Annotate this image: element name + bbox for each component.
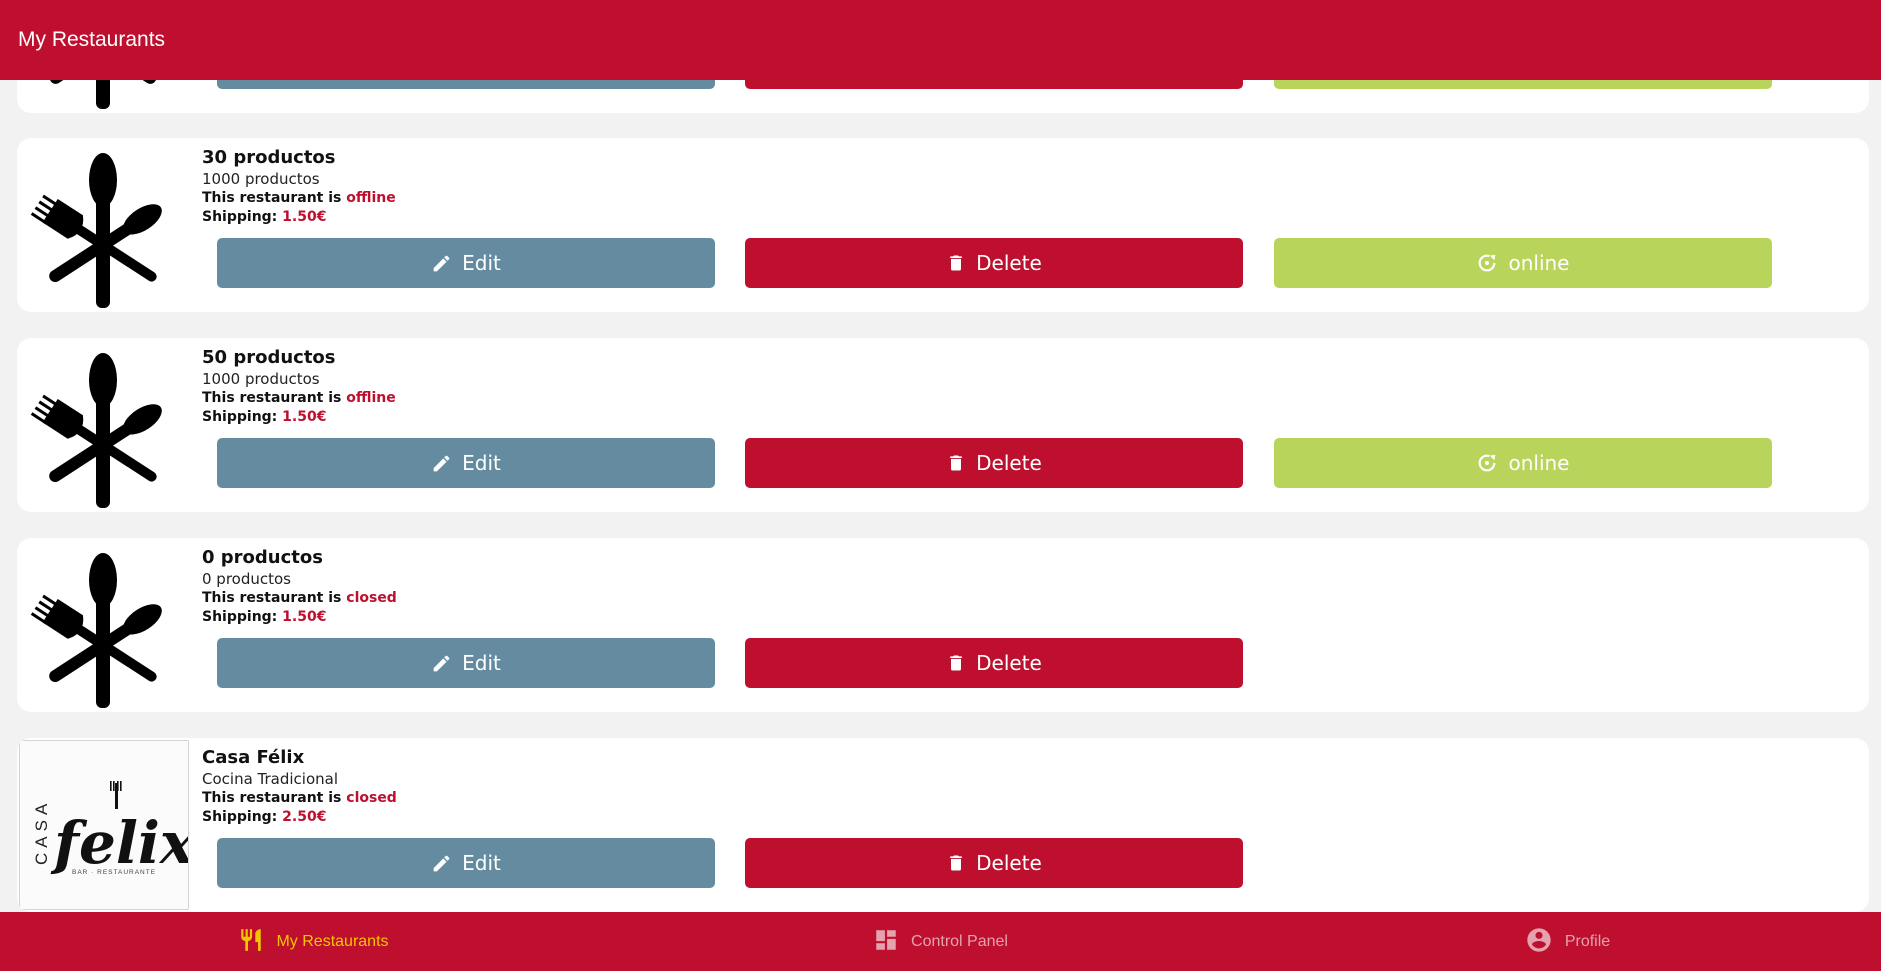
- online-label: online: [1508, 451, 1570, 475]
- status-prefix: This restaurant is: [202, 590, 342, 606]
- delete-label: Delete: [976, 251, 1042, 275]
- shipping-line: Shipping: 1.50€: [202, 208, 396, 227]
- nav-profile[interactable]: Profile: [1254, 912, 1881, 971]
- pencil-icon: [431, 453, 452, 474]
- delete-label: Delete: [976, 851, 1042, 875]
- page-title: My Restaurants: [18, 28, 166, 51]
- trash-icon: [946, 252, 966, 274]
- nav-control-panel[interactable]: Control Panel: [627, 912, 1254, 971]
- restaurant-name: 50 productos: [202, 347, 336, 368]
- edit-button[interactable]: Edit: [217, 238, 715, 288]
- status-value: offline: [346, 190, 396, 206]
- cutlery-icon: [30, 553, 162, 708]
- restaurant-status-line: This restaurant is offline: [202, 189, 396, 208]
- edit-button[interactable]: Edit: [217, 438, 715, 488]
- nav-label: Profile: [1564, 932, 1611, 950]
- logo-casa-text: CASA: [32, 799, 51, 865]
- status-value: closed: [346, 790, 397, 806]
- pencil-icon: [431, 653, 452, 674]
- refresh-icon: [1476, 252, 1498, 274]
- cutlery-icon: [30, 353, 162, 508]
- status-value: offline: [346, 390, 396, 406]
- delete-label: Delete: [976, 651, 1042, 675]
- restaurant-description: Cocina Tradicional: [202, 770, 338, 788]
- nav-my-restaurants[interactable]: My Restaurants: [0, 912, 627, 971]
- status-prefix: This restaurant is: [202, 390, 342, 406]
- delete-label: Delete: [976, 451, 1042, 475]
- shipping-value: 1.50€: [282, 409, 327, 425]
- nav-label: My Restaurants: [276, 932, 389, 950]
- status-value: closed: [346, 590, 397, 606]
- restaurant-description: 1000 productos: [202, 170, 320, 188]
- restaurant-logo: [19, 540, 189, 710]
- restaurant-info: 50 productos 1000 productos This restaur…: [202, 346, 396, 427]
- refresh-icon: [1476, 452, 1498, 474]
- casa-felix-logo: CASA felix BAR · RESTAURANTE: [32, 781, 188, 877]
- restaurant-status-line: This restaurant is closed: [202, 589, 397, 608]
- restaurant-info: 0 productos 0 productos This restaurant …: [202, 546, 397, 627]
- restaurant-card: 0 productos 0 productos This restaurant …: [17, 538, 1869, 712]
- restaurant-card: 50 productos 1000 productos This restaur…: [17, 338, 1869, 512]
- shipping-line: Shipping: 1.50€: [202, 408, 396, 427]
- nav-label: Control Panel: [911, 932, 1008, 950]
- status-prefix: This restaurant is: [202, 190, 342, 206]
- shipping-label: Shipping:: [202, 209, 278, 225]
- restaurant-description: 1000 productos: [202, 370, 320, 388]
- shipping-value: 1.50€: [282, 209, 327, 225]
- edit-label: Edit: [462, 451, 501, 475]
- edit-label: Edit: [462, 251, 501, 275]
- restaurant-info: Casa Félix Cocina Tradicional This resta…: [202, 746, 397, 827]
- online-button[interactable]: online: [1274, 438, 1772, 488]
- edit-label: Edit: [462, 851, 501, 875]
- status-prefix: This restaurant is: [202, 790, 342, 806]
- shipping-line: Shipping: 2.50€: [202, 808, 397, 827]
- restaurant-info: 30 productos 1000 productos This restaur…: [202, 146, 396, 227]
- shipping-line: Shipping: 1.50€: [202, 608, 397, 627]
- pencil-icon: [431, 853, 452, 874]
- restaurant-name: Casa Félix: [202, 747, 305, 768]
- restaurant-name: 30 productos: [202, 147, 336, 168]
- delete-button[interactable]: Delete: [745, 638, 1243, 688]
- shipping-label: Shipping:: [202, 809, 278, 825]
- delete-button[interactable]: Delete: [745, 438, 1243, 488]
- cutlery-icon: [30, 153, 162, 308]
- edit-button[interactable]: Edit: [217, 838, 715, 888]
- logo-felix-text: felix: [50, 809, 188, 877]
- pencil-icon: [431, 253, 452, 274]
- shipping-label: Shipping:: [202, 409, 278, 425]
- app-header: My Restaurants: [0, 0, 1881, 80]
- restaurant-card: 30 productos 1000 productos This restaur…: [17, 138, 1869, 312]
- online-button[interactable]: online: [1274, 238, 1772, 288]
- restaurant-description: 0 productos: [202, 570, 291, 588]
- restaurant-list[interactable]: 30 productos 1000 productos This restaur…: [17, 0, 1869, 912]
- account-circle-icon: [1525, 926, 1553, 958]
- delete-button[interactable]: Delete: [745, 238, 1243, 288]
- trash-icon: [946, 852, 966, 874]
- edit-button[interactable]: Edit: [217, 638, 715, 688]
- dashboard-icon: [873, 927, 899, 957]
- restaurant-status-line: This restaurant is offline: [202, 389, 396, 408]
- restaurant-name: 0 productos: [202, 547, 323, 568]
- trash-icon: [946, 452, 966, 474]
- logo-tagline-text: BAR · RESTAURANTE: [72, 869, 156, 876]
- edit-label: Edit: [462, 651, 501, 675]
- restaurant-status-line: This restaurant is closed: [202, 789, 397, 808]
- restaurant-logo: CASA felix BAR · RESTAURANTE: [19, 740, 189, 910]
- restaurant-icon: [238, 926, 264, 958]
- shipping-label: Shipping:: [202, 609, 278, 625]
- restaurant-card: CASA felix BAR · RESTAURANTE Casa Félix …: [17, 738, 1869, 912]
- online-label: online: [1508, 251, 1570, 275]
- delete-button[interactable]: Delete: [745, 838, 1243, 888]
- bottom-navigation: My Restaurants Control Panel Profile: [0, 912, 1881, 971]
- shipping-value: 1.50€: [282, 609, 327, 625]
- restaurant-logo: [19, 340, 189, 510]
- trash-icon: [946, 652, 966, 674]
- restaurant-logo: [19, 140, 189, 310]
- shipping-value: 2.50€: [282, 809, 327, 825]
